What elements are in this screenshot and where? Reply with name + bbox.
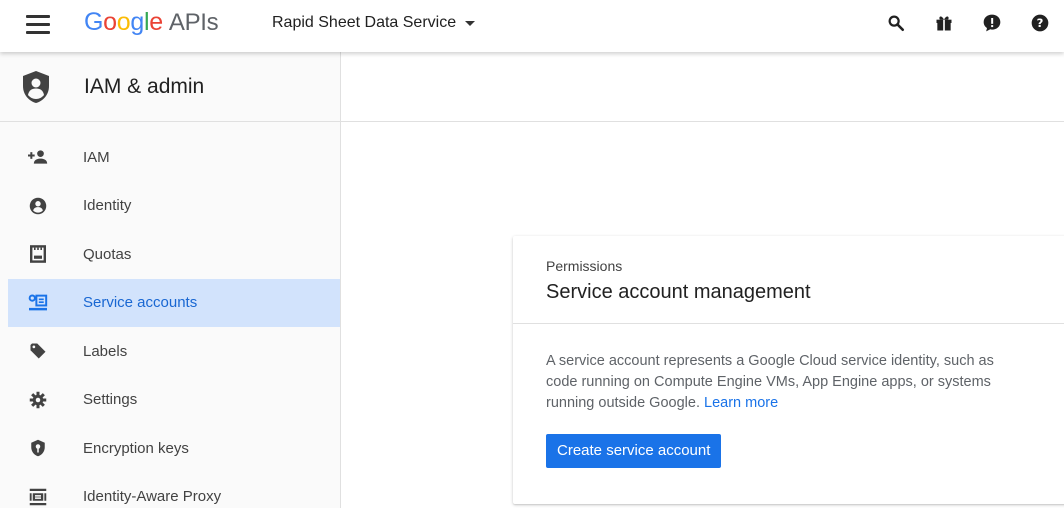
sidebar-item-label: Identity bbox=[83, 197, 131, 214]
sidebar-item-iam[interactable]: IAM bbox=[8, 133, 340, 182]
gift-icon[interactable] bbox=[920, 0, 968, 46]
project-name: Rapid Sheet Data Service bbox=[272, 14, 456, 32]
sidebar-item-label: Encryption keys bbox=[83, 440, 189, 457]
project-selector[interactable]: Rapid Sheet Data Service bbox=[272, 14, 475, 32]
sidebar-item-identity[interactable]: Identity bbox=[8, 182, 340, 231]
google-apis-logo[interactable]: Google APIs bbox=[84, 8, 218, 37]
card-header: Permissions Service account management bbox=[513, 236, 1064, 324]
search-icon[interactable] bbox=[872, 0, 920, 46]
sidebar-item-identity-aware-proxy[interactable]: Identity-Aware Proxy bbox=[8, 473, 340, 521]
notification-icon[interactable] bbox=[968, 0, 1016, 46]
sidebar-item-encryption-keys[interactable]: Encryption keys bbox=[8, 424, 340, 473]
nav-list: IAM Identity Quotas Service accounts Lab… bbox=[0, 122, 340, 521]
apis-wordmark: APIs bbox=[169, 9, 218, 37]
sidebar-item-label: Quotas bbox=[83, 246, 131, 263]
shield-account-icon bbox=[22, 70, 50, 104]
nav-header-title: IAM & admin bbox=[84, 75, 204, 99]
gear-icon bbox=[28, 390, 48, 410]
sidebar-item-service-accounts[interactable]: Service accounts bbox=[8, 279, 340, 328]
sidebar-item-quotas[interactable]: Quotas bbox=[8, 230, 340, 279]
top-icon-group: ? bbox=[872, 0, 1064, 46]
service-account-card: Permissions Service account management A… bbox=[513, 236, 1064, 504]
sidebar-item-labels[interactable]: Labels bbox=[8, 327, 340, 376]
learn-more-link[interactable]: Learn more bbox=[704, 395, 778, 411]
create-service-account-button[interactable]: Create service account bbox=[546, 434, 721, 468]
sidebar-item-label: Identity-Aware Proxy bbox=[83, 488, 221, 505]
service-account-icon bbox=[28, 293, 48, 313]
nav-header: IAM & admin bbox=[0, 52, 340, 122]
page-header-bar bbox=[341, 52, 1064, 122]
sidebar-item-settings[interactable]: Settings bbox=[8, 376, 340, 425]
google-wordmark: Google bbox=[84, 8, 163, 37]
sidebar-item-label: Settings bbox=[83, 391, 137, 408]
sidebar-item-label: Service accounts bbox=[83, 294, 197, 311]
add-person-icon bbox=[28, 147, 48, 167]
label-icon bbox=[28, 341, 48, 361]
top-app-bar: Google APIs Rapid Sheet Data Service ? bbox=[0, 0, 1064, 52]
help-icon[interactable]: ? bbox=[1016, 0, 1064, 46]
left-navigation: IAM & admin IAM Identity Quotas Service … bbox=[0, 52, 341, 508]
card-body: A service account represents a Google Cl… bbox=[513, 324, 1033, 468]
proxy-icon bbox=[28, 487, 48, 507]
security-shield-icon bbox=[28, 438, 48, 458]
hamburger-menu-icon[interactable] bbox=[26, 15, 50, 37]
svg-text:?: ? bbox=[1037, 16, 1044, 30]
card-kicker: Permissions bbox=[546, 258, 1064, 274]
sidebar-item-label: IAM bbox=[83, 149, 110, 166]
card-title: Service account management bbox=[546, 281, 1064, 304]
quota-icon bbox=[28, 244, 48, 264]
sidebar-item-label: Labels bbox=[83, 343, 127, 360]
account-circle-icon bbox=[28, 196, 48, 216]
caret-down-icon bbox=[465, 21, 475, 26]
